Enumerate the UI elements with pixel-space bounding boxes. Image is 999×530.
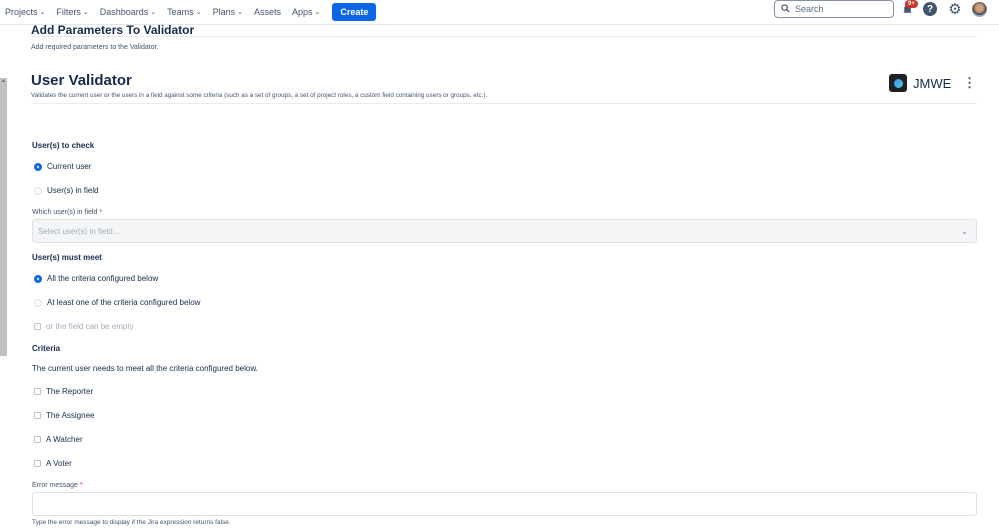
chevron-down-icon: ⌄ xyxy=(314,9,321,16)
option-label: The Assignee xyxy=(46,411,95,420)
validator-title: User Validator xyxy=(31,72,132,89)
checkbox-watcher[interactable]: A Watcher xyxy=(34,435,83,444)
nav-label: Apps xyxy=(291,7,313,17)
nav-label: Assets xyxy=(253,7,281,17)
radio-selected-icon xyxy=(34,162,42,171)
nav-assets[interactable]: Assets xyxy=(254,7,281,17)
chevron-down-icon: ⌄ xyxy=(82,9,89,16)
jmwe-logo-icon xyxy=(889,74,907,92)
error-message-help: Type the error message to display if the… xyxy=(32,519,231,526)
scroll-up-arrow-icon[interactable]: ▲ xyxy=(1,78,6,84)
notification-badge: 9+ xyxy=(905,0,918,8)
option-label: The Reporter xyxy=(46,387,94,396)
checkbox-field-can-be-empty[interactable]: or the field can be empty xyxy=(34,322,134,331)
radio-icon xyxy=(34,298,42,307)
settings-gear-icon[interactable]: ⚙ xyxy=(947,1,963,18)
error-message-label: Error message * xyxy=(32,482,83,489)
select-placeholder: Select user(s) in field... xyxy=(38,226,120,236)
checkbox-icon xyxy=(34,460,41,467)
more-actions-icon[interactable]: ⋮ xyxy=(963,75,976,91)
checkbox-reporter[interactable]: The Reporter xyxy=(34,387,93,396)
error-message-input[interactable] xyxy=(32,492,977,516)
nav-plans[interactable]: Plans ⌄ xyxy=(213,7,243,17)
nav-label: Projects xyxy=(5,7,38,17)
option-label: or the field can be empty xyxy=(46,322,134,331)
radio-icon xyxy=(34,186,42,195)
radio-current-user[interactable]: Current user xyxy=(34,162,91,171)
checkbox-icon xyxy=(34,436,41,443)
required-marker: * xyxy=(99,209,103,216)
chevron-down-icon: ⌄ xyxy=(195,9,202,16)
radio-any-criteria[interactable]: At least one of the criteria configured … xyxy=(34,298,200,307)
divider xyxy=(31,103,977,104)
divider xyxy=(31,36,977,37)
option-label: A Watcher xyxy=(46,435,83,444)
checkbox-voter[interactable]: A Voter xyxy=(34,459,72,468)
nav-label: Filters xyxy=(56,7,81,17)
search-input[interactable]: Search xyxy=(774,0,894,18)
option-label: At least one of the criteria configured … xyxy=(47,298,201,307)
checkbox-icon xyxy=(34,412,41,419)
nav-label: Dashboards xyxy=(99,7,149,17)
search-icon xyxy=(781,3,790,15)
criteria-description: The current user needs to meet all the c… xyxy=(32,364,258,373)
nav-teams[interactable]: Teams ⌄ xyxy=(167,7,201,17)
nav-dashboards[interactable]: Dashboards ⌄ xyxy=(100,7,156,17)
option-label: A Voter xyxy=(46,459,72,468)
chevron-down-icon: ⌄ xyxy=(237,9,243,16)
nav-label: Plans xyxy=(212,7,236,17)
page-title: Add Parameters To Validator xyxy=(31,23,195,37)
checkbox-assignee[interactable]: The Assignee xyxy=(34,411,94,420)
help-icon[interactable]: ? xyxy=(923,2,937,16)
checkbox-icon xyxy=(34,323,41,330)
radio-users-in-field[interactable]: User(s) in field xyxy=(34,186,99,195)
option-label: All the criteria configured below xyxy=(47,274,159,283)
radio-all-criteria[interactable]: All the criteria configured below xyxy=(34,274,158,283)
create-button[interactable]: Create xyxy=(332,3,377,21)
chevron-down-icon: ⌄ xyxy=(39,9,46,16)
label-text: Error message xyxy=(32,482,78,489)
radio-selected-icon xyxy=(34,274,42,283)
checkbox-icon xyxy=(34,388,41,395)
nav-apps[interactable]: Apps ⌄ xyxy=(292,7,320,17)
nav-projects[interactable]: Projects ⌄ xyxy=(5,7,45,17)
search-placeholder: Search xyxy=(795,4,824,14)
which-users-select[interactable]: Select user(s) in field... ⌄ xyxy=(32,219,977,243)
criteria-label: Criteria xyxy=(32,344,61,353)
must-meet-label: User(s) must meet xyxy=(32,253,102,262)
top-navigation: Projects ⌄ Filters ⌄ Dashboards ⌄ Teams ⌄ Pl… xyxy=(0,0,999,25)
label-text: Which user(s) in field xyxy=(32,209,98,216)
users-to-check-label: User(s) to check xyxy=(32,141,95,150)
validator-description: Validates the current user or the users … xyxy=(31,92,488,99)
option-label: Current user xyxy=(47,162,92,171)
nav-filters[interactable]: Filters ⌄ xyxy=(56,7,88,17)
chevron-down-icon: ⌄ xyxy=(150,9,157,16)
brand-name: JMWE xyxy=(913,76,952,91)
page-subtitle: Add required parameters to the Validator… xyxy=(31,44,159,51)
scrollbar[interactable] xyxy=(0,78,7,356)
option-label: User(s) in field xyxy=(47,186,99,195)
which-field-label: Which user(s) in field * xyxy=(32,209,102,216)
chevron-down-icon: ⌄ xyxy=(961,226,968,236)
nav-menu: Projects ⌄ Filters ⌄ Dashboards ⌄ Teams ⌄ Pl… xyxy=(0,3,377,21)
nav-label: Teams xyxy=(167,7,194,17)
required-marker: * xyxy=(79,482,83,489)
user-avatar[interactable] xyxy=(972,2,987,17)
